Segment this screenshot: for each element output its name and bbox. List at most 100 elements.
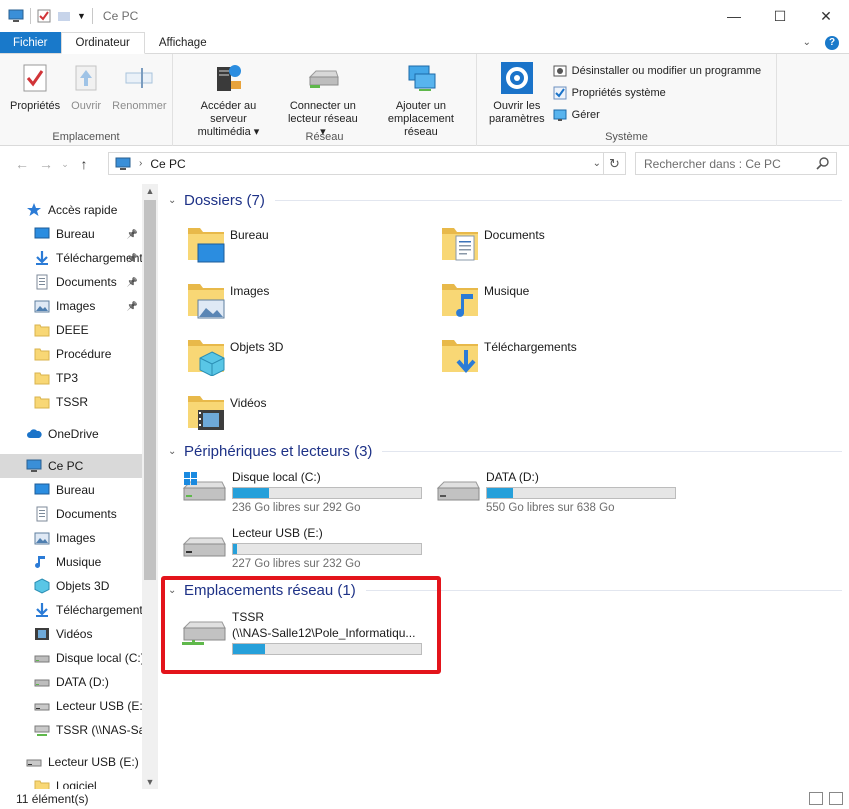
sidebar-item[interactable]: Bureau: [0, 478, 142, 502]
tab-ordinateur[interactable]: Ordinateur: [60, 32, 145, 54]
quick-access-toolbar: ▼: [0, 8, 93, 24]
sidebar-item[interactable]: TSSR: [0, 390, 142, 414]
refresh-icon[interactable]: ↻: [603, 153, 625, 174]
sidebar-item[interactable]: Documents: [0, 502, 142, 526]
gear-icon: [500, 62, 533, 94]
rename-button[interactable]: Renommer: [108, 60, 170, 113]
sidebar-item-label: Lecteur USB (E:): [48, 755, 139, 769]
tab-affichage[interactable]: Affichage: [145, 32, 221, 53]
sidebar-item[interactable]: TP3: [0, 366, 142, 390]
folder-item[interactable]: Documents: [440, 220, 545, 262]
download-icon: [34, 250, 50, 266]
navigation-pane-scrollbar[interactable]: ▲ ▼: [142, 184, 158, 789]
navigation-bar: ← → ⌄ ↑ › Ce PC ⌄ ↻ Rechercher dans : Ce…: [0, 150, 849, 178]
sidebar-item[interactable]: Ce PC: [0, 454, 142, 478]
sidebar-item[interactable]: Bureau 📌: [0, 222, 142, 246]
sidebar-item[interactable]: DATA (D:): [0, 670, 142, 694]
sidebar-item[interactable]: DEEE: [0, 318, 142, 342]
collapse-chevron-icon[interactable]: ⌄: [168, 195, 182, 206]
sidebar-item[interactable]: Procédure: [0, 342, 142, 366]
maximize-button[interactable]: ☐: [757, 0, 803, 32]
folder-item[interactable]: Téléchargements: [440, 332, 577, 374]
folder-name: Documents: [484, 228, 545, 242]
media-server-icon: [217, 65, 242, 91]
scrollbar-thumb[interactable]: [144, 200, 156, 580]
drive-name: Lecteur USB (E:): [232, 526, 323, 540]
sidebar-item-label: Accès rapide: [48, 203, 118, 217]
videos-folder-icon: [186, 388, 226, 430]
section-devices[interactable]: ⌄ Périphériques et lecteurs (3): [168, 443, 842, 460]
minimize-button[interactable]: —: [711, 0, 757, 32]
tab-fichier[interactable]: Fichier: [0, 32, 61, 53]
system-properties-button[interactable]: Propriétés système: [553, 84, 762, 101]
new-folder-icon[interactable]: [57, 9, 71, 23]
sidebar-item[interactable]: Lecteur USB (E:): [0, 750, 142, 774]
drive-icon: [434, 470, 482, 510]
sidebar-item[interactable]: Téléchargements 📌: [0, 246, 142, 270]
scroll-down-icon[interactable]: ▼: [142, 777, 158, 787]
sidebar-item[interactable]: Logiciel: [0, 774, 142, 789]
open-settings-button[interactable]: Ouvrir les paramètres: [485, 60, 549, 126]
large-icons-view-icon[interactable]: [829, 792, 843, 805]
group-label: Système: [605, 131, 648, 143]
customize-toolbar-icon[interactable]: ▼: [77, 11, 86, 21]
sidebar-item[interactable]: Vidéos: [0, 622, 142, 646]
ribbon: Propriétés Ouvrir Renommer Emplacement A…: [0, 54, 849, 146]
add-network-location-button[interactable]: Ajouter un emplacement réseau: [366, 60, 476, 139]
scroll-up-icon[interactable]: ▲: [142, 186, 158, 196]
forward-arrow-icon[interactable]: →: [34, 156, 58, 172]
sidebar-item[interactable]: OneDrive: [0, 422, 142, 446]
folder-item[interactable]: Objets 3D: [186, 332, 283, 377]
uninstall-program-button[interactable]: Désinstaller ou modifier un programme: [553, 62, 761, 79]
folder-item[interactable]: Images: [186, 276, 269, 319]
close-button[interactable]: ✕: [803, 0, 849, 32]
sidebar-item-label: Bureau: [56, 483, 95, 497]
map-network-drive-button[interactable]: Connecter un lecteur réseau ▾: [280, 60, 366, 139]
details-view-icon[interactable]: [809, 792, 823, 805]
sidebar-item[interactable]: Disque local (C:): [0, 646, 142, 670]
cube-icon: [34, 578, 50, 594]
open-button[interactable]: Ouvrir: [64, 60, 108, 113]
cloud-icon: [26, 426, 42, 442]
uninstall-icon: [553, 65, 567, 76]
help-icon[interactable]: ?: [825, 35, 839, 50]
collapse-chevron-icon[interactable]: ⌄: [168, 446, 182, 457]
sidebar-item[interactable]: Musique: [0, 550, 142, 574]
sidebar-item-label: Lecteur USB (E:): [56, 699, 142, 713]
folder-item[interactable]: Vidéos: [186, 388, 266, 430]
drive-item[interactable]: Disque local (C:) 236 Go libres sur 292 G…: [180, 470, 422, 514]
section-folders[interactable]: ⌄ Dossiers (7): [168, 192, 842, 209]
search-input[interactable]: Rechercher dans : Ce PC: [635, 152, 837, 175]
manage-button[interactable]: Gérer: [553, 106, 762, 123]
sidebar-item-label: Images: [56, 531, 96, 545]
rename-icon: [125, 68, 153, 88]
breadcrumb-separator[interactable]: ›: [139, 158, 142, 169]
sidebar-item[interactable]: Documents 📌: [0, 270, 142, 294]
media-server-button[interactable]: Accéder au serveur multimédia ▾: [177, 60, 280, 139]
properties-button[interactable]: Propriétés: [6, 60, 64, 113]
folder-item[interactable]: Bureau: [186, 220, 269, 263]
sidebar-item[interactable]: Images 📌: [0, 294, 142, 318]
collapse-ribbon-icon[interactable]: ⌄: [803, 37, 811, 48]
recent-locations-icon[interactable]: ⌄: [58, 159, 72, 170]
folder-item[interactable]: Musique: [440, 276, 529, 318]
sidebar-item[interactable]: Lecteur USB (E:): [0, 694, 142, 718]
sidebar-item-label: Musique: [56, 555, 102, 569]
properties-icon[interactable]: [37, 9, 51, 23]
sidebar-item[interactable]: Objets 3D: [0, 574, 142, 598]
breadcrumb[interactable]: Ce PC: [150, 157, 185, 171]
sidebar-item-label: TSSR: [56, 395, 89, 409]
sidebar-item-label: Documents: [56, 507, 117, 521]
status-bar: 11 élément(s): [0, 789, 849, 809]
up-arrow-icon[interactable]: ↑: [72, 156, 96, 172]
sidebar-item[interactable]: TSSR (\\NAS-Sal: [0, 718, 142, 742]
drive-item[interactable]: Lecteur USB (E:) 227 Go libres sur 232 Go: [180, 526, 422, 570]
back-arrow-icon[interactable]: ←: [10, 156, 34, 172]
sidebar-item[interactable]: Téléchargements: [0, 598, 142, 622]
drive-free-space: 550 Go libres sur 638 Go: [486, 502, 615, 514]
address-history-icon[interactable]: ⌄: [593, 158, 601, 169]
sidebar-item[interactable]: Accès rapide: [0, 198, 142, 222]
sidebar-item[interactable]: Images: [0, 526, 142, 550]
drive-item[interactable]: DATA (D:) 550 Go libres sur 638 Go: [434, 470, 676, 514]
address-bar[interactable]: › Ce PC ⌄ ↻: [108, 152, 626, 175]
